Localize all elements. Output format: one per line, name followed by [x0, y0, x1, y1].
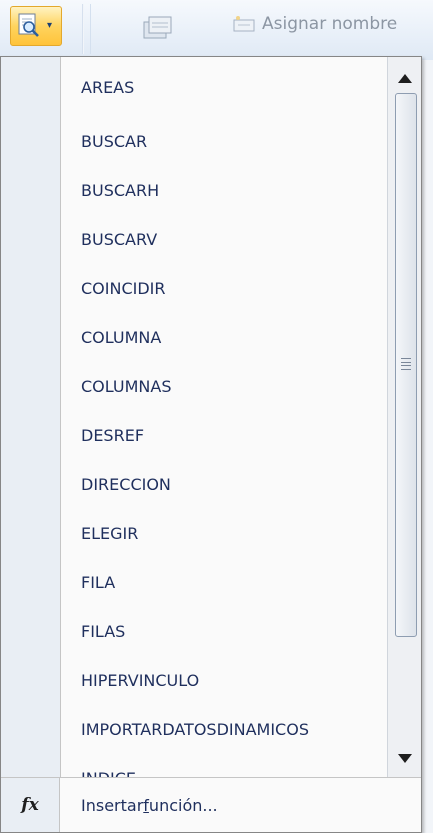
menu-item-direccion[interactable]: DIRECCION	[61, 460, 386, 509]
ribbon-separator	[90, 4, 91, 54]
define-name-icon[interactable]	[140, 8, 176, 44]
ribbon-separator	[82, 4, 84, 54]
ribbon: ▾ Asignar nombre	[0, 0, 433, 61]
menu-item-fila[interactable]: FILA	[61, 558, 386, 607]
assign-name-label: Asignar nombre	[262, 14, 398, 34]
menu-item-importardatosdinamicos[interactable]: IMPORTARDATOSDINAMICOS	[61, 705, 386, 754]
menu-item-buscar[interactable]: BUSCAR	[61, 117, 386, 166]
function-list: AREAS BUSCAR BUSCARH BUSCARV COINCIDIR C…	[61, 57, 386, 778]
lookup-reference-button[interactable]: ▾	[10, 6, 62, 46]
menu-item-buscarh[interactable]: BUSCARH	[61, 166, 386, 215]
insert-function-item[interactable]: fx Insertar f unción...	[1, 778, 421, 832]
scrollbar-grip-icon	[401, 358, 411, 370]
menu-item-columnas[interactable]: COLUMNAS	[61, 362, 386, 411]
chevron-down-icon[interactable]: ▾	[47, 21, 59, 31]
menu-item-columna[interactable]: COLUMNA	[61, 313, 386, 362]
menu-item-elegir[interactable]: ELEGIR	[61, 509, 386, 558]
scroll-down-arrow-icon[interactable]	[388, 741, 421, 775]
menu-item-indice[interactable]: INDICE	[61, 754, 386, 777]
function-icon: fx	[1, 778, 60, 832]
menu-item-hipervinculo[interactable]: HIPERVINCULO	[61, 656, 386, 705]
menu-item-filas[interactable]: FILAS	[61, 607, 386, 656]
assign-name-button[interactable]: Asignar nombre	[232, 6, 433, 42]
insert-function-label: Insertar f unción...	[81, 795, 218, 815]
lookup-reference-icon	[18, 13, 39, 37]
lookup-functions-menu: AREAS BUSCAR BUSCARH BUSCARV COINCIDIR C…	[0, 56, 422, 833]
menu-item-coincidir[interactable]: COINCIDIR	[61, 264, 386, 313]
scrollbar-thumb[interactable]	[395, 93, 417, 637]
menu-scrollbar[interactable]	[387, 57, 421, 777]
menu-item-desref[interactable]: DESREF	[61, 411, 386, 460]
menu-item-buscarv[interactable]: BUSCARV	[61, 215, 386, 264]
scroll-up-arrow-icon[interactable]	[388, 61, 421, 95]
menu-icon-gutter	[1, 57, 61, 832]
name-tag-icon	[233, 16, 255, 32]
menu-item-areas[interactable]: AREAS	[61, 57, 386, 117]
